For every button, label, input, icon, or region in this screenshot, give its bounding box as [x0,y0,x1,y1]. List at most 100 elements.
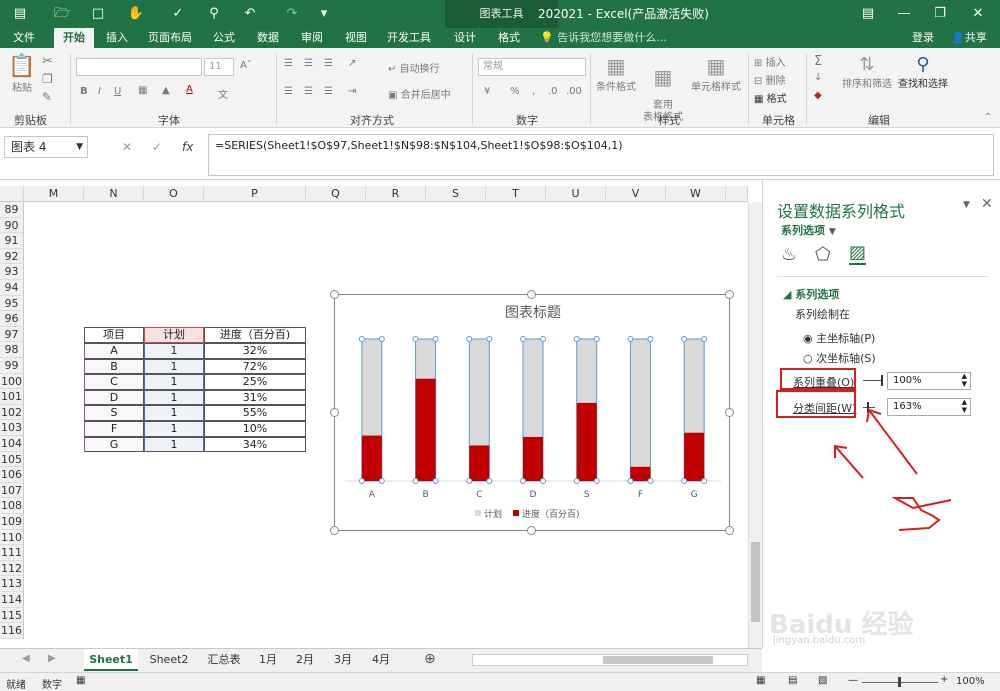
row-header[interactable]: 107 [0,482,24,499]
touch-mode-icon[interactable]: ✋ [126,4,146,24]
table-cell-item[interactable]: G [84,436,144,453]
table-cell-progress[interactable]: 25% [204,374,306,390]
row-header[interactable]: 115 [0,607,24,624]
row-header[interactable]: 116 [0,623,24,639]
table-cell-plan[interactable]: 1 [144,389,204,406]
close-icon[interactable]: ✕ [981,196,993,212]
sheet-tab-sheet1[interactable]: Sheet1 [84,649,138,671]
overlap-input[interactable]: 100% ▲ ▼ [887,372,971,390]
table-cell-plan[interactable]: 1 [144,421,204,437]
row-header[interactable]: 92 [0,248,24,265]
column-header[interactable]: S [426,186,486,202]
border-icon[interactable]: ▦ [138,85,147,96]
column-header[interactable]: U [546,186,606,202]
tell-me-box[interactable]: 💡 告诉我您想要做什么... [540,28,680,48]
maximize-button[interactable]: ❐ [922,0,958,28]
cell-styles-button[interactable]: ▦ 单元格样式 [688,54,744,93]
row-header[interactable]: 96 [0,311,24,327]
share-button[interactable]: 👤共享 [944,28,994,48]
cut-icon[interactable]: ✂ [42,54,53,69]
row-header[interactable]: 105 [0,451,24,468]
tab-design[interactable]: 设计 [446,28,484,48]
ribbon-display-icon[interactable]: ▤ [850,0,886,28]
table-cell-plan[interactable]: 1 [144,374,204,390]
format-cells-button[interactable]: ▦ 格式 [754,90,787,105]
series-options-dropdown[interactable]: 系列选项 ▼ [781,222,836,238]
select-all-corner[interactable] [0,186,24,202]
column-header[interactable]: Q [306,186,366,202]
font-size-input[interactable]: 11 [204,58,234,76]
wrap-text-button[interactable]: ↵ 自动换行 [388,60,440,75]
autosum-icon[interactable]: Σ [814,54,822,69]
insert-cells-button[interactable]: ⊞ 插入 [754,54,786,69]
tab-format[interactable]: 格式 [490,28,528,48]
insert-function-icon[interactable]: fx [182,136,193,158]
table-cell-item[interactable]: A [84,343,144,359]
sort-filter-button[interactable]: ⇅ 排序和筛选 [840,54,894,90]
sheet-tab-sheet2[interactable]: Sheet2 [142,649,196,671]
row-header[interactable]: 103 [0,420,24,436]
table-cell-item[interactable]: C [84,374,144,390]
column-header[interactable]: V [606,186,666,202]
formula-input[interactable]: =SERIES(Sheet1!$O$97,Sheet1!$N$98:$N$104… [208,134,994,176]
zoom-slider-thumb[interactable] [898,677,901,687]
series-options-icon[interactable]: ▨ [849,242,867,265]
row-header[interactable]: 95 [0,295,24,312]
zoom-level[interactable]: 100% [956,676,985,687]
row-header[interactable]: 89 [0,202,24,218]
number-format-select[interactable]: 常规 [478,58,586,76]
align-bottom-icon[interactable]: ☰ [324,58,333,69]
chart-area[interactable]: 图表标题 A B C D S F G 计划 进度（百分百) [334,294,730,531]
sheet-tab-summary[interactable]: 汇总表 [200,649,248,671]
tab-file[interactable]: 文件 [4,28,44,48]
increase-decimal-icon[interactable]: .0 [548,86,558,97]
spelling-icon[interactable]: ✓ [168,4,188,24]
row-header[interactable]: 112 [0,560,24,577]
currency-icon[interactable]: ¥ [484,86,490,97]
scroll-thumb[interactable] [751,542,760,622]
minimize-button[interactable]: — [886,0,922,28]
add-sheet-icon[interactable]: ⊕ [424,651,436,667]
close-button[interactable]: ✕ [960,0,996,28]
align-middle-icon[interactable]: ☰ [304,58,313,69]
row-header[interactable]: 114 [0,592,24,608]
table-cell-item[interactable]: B [84,358,144,375]
table-cell-progress[interactable]: 10% [204,421,306,437]
page-layout-view-icon[interactable]: ▤ [788,675,797,686]
row-header[interactable]: 93 [0,264,24,280]
table-cell-progress[interactable]: 31% [204,389,306,406]
row-header[interactable]: 100 [0,373,24,390]
table-cell-plan[interactable]: 1 [144,358,204,375]
sheet-tab-apr[interactable]: 4月 [364,649,398,671]
table-cell-plan[interactable]: 1 [144,343,204,359]
underline-button[interactable]: U [114,86,121,97]
align-right-icon[interactable]: ☰ [324,86,333,97]
indent-icon[interactable]: ⇥ [348,86,356,97]
font-name-input[interactable] [76,58,202,76]
table-header-item[interactable]: 项目 [84,327,144,343]
chart-resize-handle[interactable] [725,526,734,535]
row-header[interactable]: 110 [0,529,24,546]
table-cell-progress[interactable]: 72% [204,358,306,375]
row-header[interactable]: 94 [0,280,24,296]
scroll-left-icon[interactable]: ◀ [22,653,30,664]
spreadsheet-grid[interactable]: M N O P Q R S T U V W 89 90 91 92 93 94 95 96 97… [0,180,762,648]
name-box[interactable]: 图表 4 ▼ [4,136,88,158]
horizontal-scrollbar[interactable] [472,654,748,666]
chart-resize-handle[interactable] [725,408,734,417]
customize-qat-icon[interactable]: ▾ [314,4,334,24]
chart-resize-handle[interactable] [725,290,734,299]
zoom-out-icon[interactable]: — [848,675,858,686]
fill-icon[interactable]: ↓ [814,72,822,83]
row-header[interactable]: 91 [0,233,24,249]
table-cell-item[interactable]: D [84,389,144,406]
column-header[interactable]: M [24,186,84,202]
chart-resize-handle[interactable] [330,526,339,535]
tab-insert[interactable]: 插入 [98,28,136,48]
confirm-icon[interactable]: ✓ [152,136,162,158]
italic-button[interactable]: I [98,86,101,97]
row-header[interactable]: 102 [0,404,24,421]
row-header[interactable]: 99 [0,358,24,374]
sheet-tab-mar[interactable]: 3月 [326,649,360,671]
row-header[interactable]: 111 [0,545,24,561]
